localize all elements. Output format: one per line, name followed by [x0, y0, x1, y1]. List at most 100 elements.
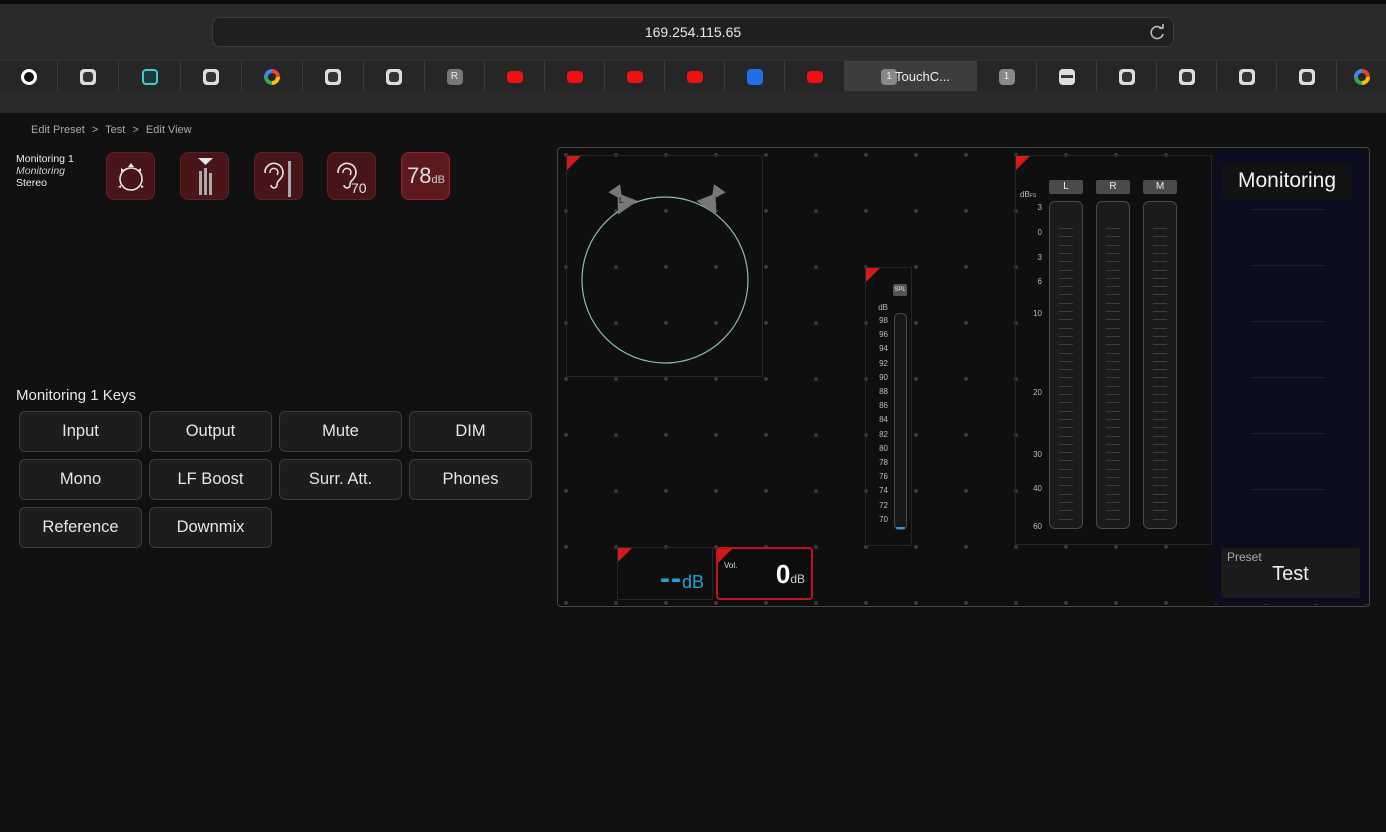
url-field[interactable]: 169.254.115.65 — [212, 17, 1174, 47]
meter-tick — [1059, 418, 1073, 420]
meter-module-button[interactable] — [180, 152, 229, 200]
key-reference[interactable]: Reference — [19, 507, 142, 548]
grid-dot — [964, 545, 968, 549]
channel-m-button[interactable]: M — [1143, 180, 1177, 194]
tab-notion[interactable] — [0, 61, 58, 92]
grid-dot — [864, 601, 868, 605]
breadcrumb-edit-preset[interactable]: Edit Preset — [31, 124, 85, 136]
tab-touchcontrol[interactable]: 1 TouchC... — [845, 61, 977, 92]
meter-tick — [1153, 501, 1167, 503]
meter-tick — [1153, 244, 1167, 246]
meter-tick — [1106, 501, 1120, 503]
meter-tick — [1153, 360, 1167, 362]
meter-tick — [1106, 485, 1120, 487]
key-mute[interactable]: Mute — [279, 411, 402, 452]
grid-dot — [914, 545, 918, 549]
meter-tick — [1106, 261, 1120, 263]
key-downmix[interactable]: Downmix — [149, 507, 272, 548]
tab-bookmark-b[interactable] — [1097, 61, 1157, 92]
meter-tick — [1153, 261, 1167, 263]
tab-title: TouchC... — [895, 69, 950, 84]
tab-badge-1[interactable]: 1 — [977, 61, 1037, 92]
phones-level-button[interactable]: 70 — [327, 152, 376, 200]
tab-bookmark-b[interactable] — [364, 61, 425, 92]
meter-tick — [1106, 477, 1120, 478]
key-mono[interactable]: Mono — [19, 459, 142, 500]
key-lf-boost[interactable]: LF Boost — [149, 459, 272, 500]
meter-tick — [1106, 269, 1120, 271]
meter-tick — [1153, 319, 1167, 321]
loudness-module-button[interactable] — [254, 152, 303, 200]
spl-button[interactable]: 78dB — [401, 152, 450, 200]
speaker-layout-widget[interactable]: L R — [566, 155, 763, 377]
tab-bookmark-b[interactable] — [303, 61, 364, 92]
speaker-setup-button[interactable] — [106, 152, 155, 200]
meter-tick — [1059, 335, 1073, 337]
meter-tick — [1106, 443, 1120, 445]
level-display: --dB — [660, 562, 704, 596]
grid-dot — [1014, 545, 1018, 549]
meter-bar-l — [1049, 201, 1083, 529]
monitoring-title[interactable]: Monitoring — [1222, 163, 1352, 199]
volume-widget[interactable]: Vol. 0dB — [716, 547, 813, 600]
tab-bookmark-b[interactable] — [1217, 61, 1277, 92]
tab-youtube[interactable] — [665, 61, 725, 92]
preset-selector[interactable]: Preset Test — [1221, 548, 1360, 598]
panel-divider — [1252, 433, 1324, 434]
meter-tick — [1106, 402, 1120, 404]
meter-tick — [1059, 402, 1073, 404]
spl-meter-widget[interactable]: SPL dB 98 96 94 92 90 88 86 84 82 80 78 76 74 72 70 — [865, 267, 912, 546]
channel-r-button[interactable]: R — [1096, 180, 1130, 194]
preset-value: Test — [1272, 563, 1309, 585]
meter-tick — [1059, 311, 1073, 312]
meter-tick — [1153, 269, 1167, 271]
meter-tick — [1059, 352, 1073, 354]
grid-dot — [814, 153, 818, 157]
level-meter-widget[interactable]: L R M dBFS 3 0 3 6 10 20 30 40 60 — [1015, 155, 1212, 545]
tab-rtw[interactable] — [1037, 61, 1097, 92]
key-dim[interactable]: DIM — [409, 411, 532, 452]
tab-google[interactable] — [1337, 61, 1386, 92]
spl-scale-label: 88 — [879, 387, 888, 396]
panel-divider — [1252, 321, 1324, 322]
grid-dot — [564, 601, 568, 605]
meter-tick — [1106, 252, 1120, 254]
key-surr-att[interactable]: Surr. Att. — [279, 459, 402, 500]
tab-bookmark-b[interactable] — [181, 61, 242, 92]
tab-bookmark-b[interactable] — [1277, 61, 1337, 92]
meter-tick — [1106, 286, 1120, 288]
b-site-icon — [1298, 69, 1315, 85]
grid-dot — [664, 489, 668, 493]
tab-dropbox[interactable] — [725, 61, 785, 92]
level-display-widget[interactable]: --dB — [617, 547, 713, 600]
grid-dot — [964, 377, 968, 381]
url-text: 169.254.115.65 — [644, 24, 742, 40]
preset-label: Preset — [1227, 550, 1262, 564]
meter-tick — [1059, 252, 1073, 254]
meter-tick — [1153, 236, 1167, 238]
tab-youtube[interactable] — [605, 61, 665, 92]
r-app-icon: R — [446, 69, 463, 85]
meter-tick — [1153, 402, 1167, 404]
tab-youtube[interactable] — [785, 61, 845, 92]
meter-tick — [1059, 435, 1073, 437]
b-site-icon — [80, 69, 96, 85]
tab-r-app[interactable]: R — [425, 61, 485, 92]
breadcrumb-test[interactable]: Test — [105, 124, 125, 136]
tab-bookmark-b[interactable] — [58, 61, 119, 92]
key-input[interactable]: Input — [19, 411, 142, 452]
key-phones[interactable]: Phones — [409, 459, 532, 500]
meter-tick — [1106, 327, 1120, 329]
google-icon — [1353, 69, 1370, 85]
channel-l-button[interactable]: L — [1049, 180, 1083, 194]
meter-tick — [1153, 286, 1167, 288]
tab-google[interactable] — [242, 61, 303, 92]
tab-youtube[interactable] — [545, 61, 605, 92]
tab-square[interactable] — [119, 61, 181, 92]
b-site-icon — [1238, 69, 1255, 85]
tab-youtube[interactable] — [485, 61, 545, 92]
grid-dot — [964, 489, 968, 493]
key-output[interactable]: Output — [149, 411, 272, 452]
tab-bookmark-b[interactable] — [1157, 61, 1217, 92]
reload-icon[interactable] — [1147, 23, 1167, 43]
